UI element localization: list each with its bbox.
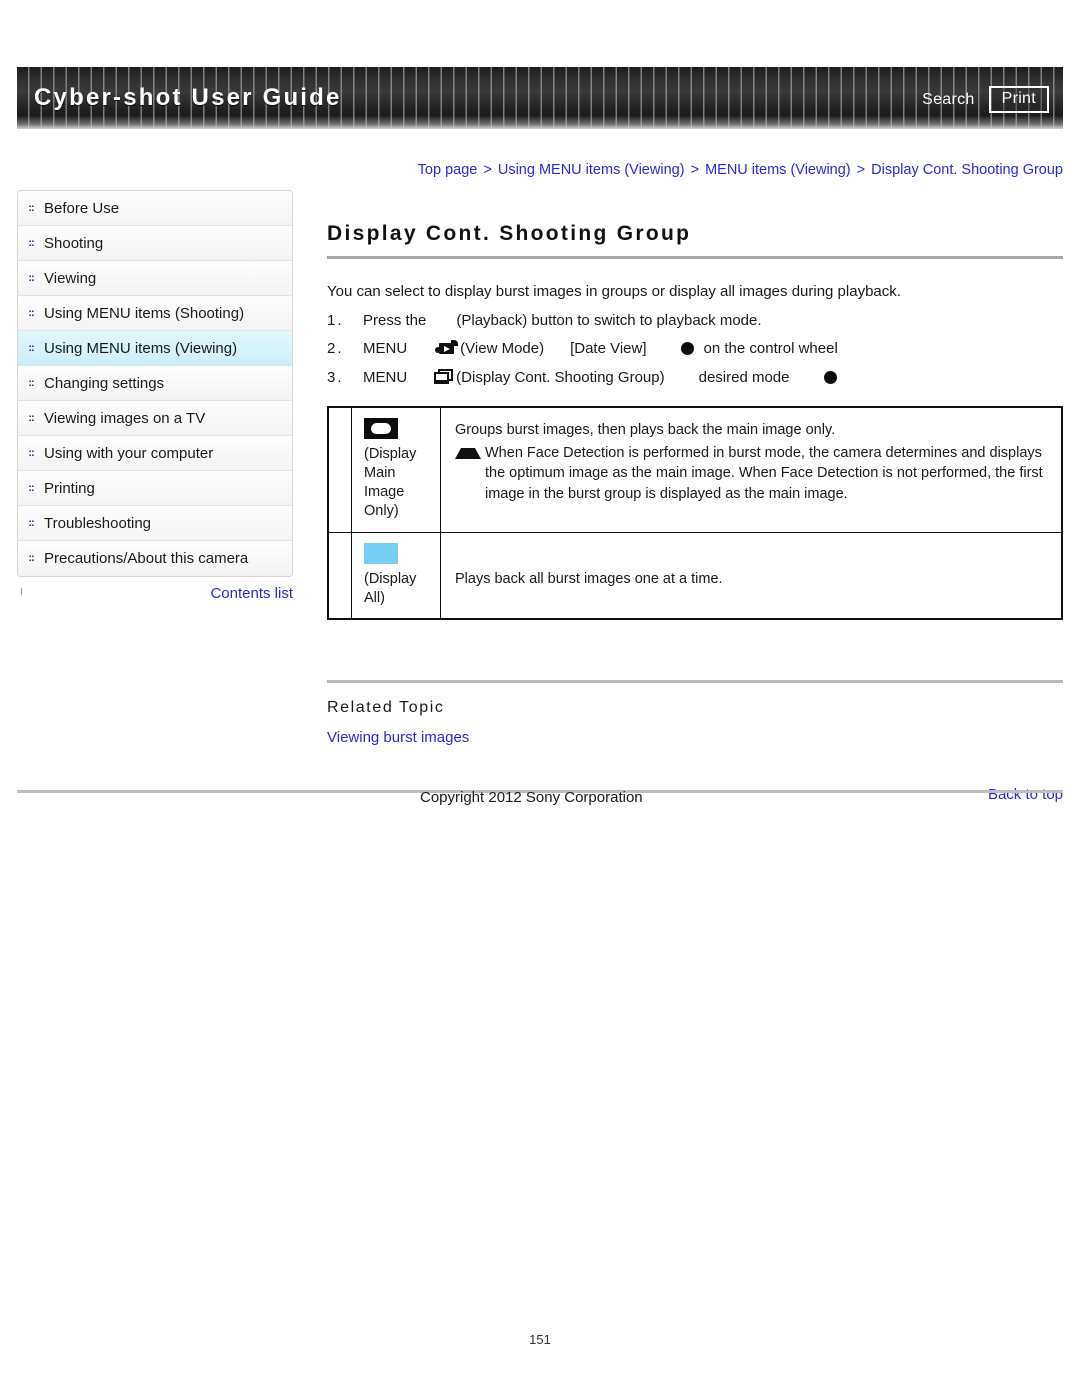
tick-mark-icon (21, 588, 22, 595)
mode-note-text: When Face Detection is performed in burs… (485, 444, 1043, 502)
sidebar-item-before-use[interactable]: :: Before Use (18, 191, 292, 226)
breadcrumb-separator: > (856, 162, 866, 178)
breadcrumb-separator: > (483, 162, 492, 178)
sidebar-item-label: Using MENU items (Shooting) (44, 304, 245, 322)
sidebar-item-printing[interactable]: :: Printing (18, 471, 292, 506)
sidebar-item-viewing[interactable]: :: Viewing (18, 261, 292, 296)
mode-options-table: (Display Main Image Only) Groups burst i… (327, 406, 1063, 620)
table-cell-description: Groups burst images, then plays back the… (440, 406, 1063, 533)
mode-label: (Display All) (364, 570, 417, 606)
related-topic-divider (327, 679, 1063, 683)
title-divider (327, 256, 1063, 259)
warning-triangle-icon (455, 447, 481, 459)
sidebar-nav: :: Before Use :: Shooting :: Viewing :: … (17, 190, 293, 577)
step-text-after: (Playback) button to switch to playback … (456, 312, 762, 329)
mode-note: When Face Detection is performed in burs… (455, 443, 1047, 505)
sidebar-item-label: Viewing (44, 269, 97, 287)
app-title: Cyber-shot User Guide (34, 84, 342, 111)
table-cell-blank (327, 531, 352, 620)
step-2: 2. MENU (View Mode) [Date View] on the c… (327, 340, 1063, 357)
search-button[interactable]: Search (922, 91, 975, 109)
intro-paragraph: You can select to display burst images i… (327, 283, 901, 300)
bullet-icon: :: (28, 411, 34, 424)
bullet-icon: :: (28, 236, 34, 249)
steps-list: 1. Press the (Playback) button to switch… (327, 312, 1063, 386)
step-3-part2: desired mode (698, 368, 790, 386)
sidebar-item-label: Changing settings (44, 374, 165, 392)
main-content: Display Cont. Shooting Group You can sel… (327, 222, 1063, 803)
display-cont-shooting-group-icon (433, 368, 455, 386)
display-main-image-only-icon (364, 418, 398, 439)
table-row: (Display Main Image Only) Groups burst i… (327, 406, 1063, 533)
page-number: 151 (529, 1332, 551, 1347)
step-text-before: Press the (363, 312, 427, 329)
sidebar-item-troubleshooting[interactable]: :: Troubleshooting (18, 506, 292, 541)
sidebar-item-label: Shooting (44, 234, 104, 252)
sidebar-item-label: Using with your computer (44, 444, 214, 462)
view-mode-icon (433, 340, 459, 357)
sidebar-item-label: Troubleshooting (44, 514, 152, 532)
display-all-icon (364, 542, 398, 564)
step-2-part2: [Date View] (570, 340, 647, 357)
bullet-icon: :: (28, 306, 34, 319)
sidebar-item-viewing-images-on-a-tv[interactable]: :: Viewing images on a TV (18, 401, 292, 436)
related-topic-heading: Related Topic (327, 698, 445, 716)
control-wheel-center-icon (680, 342, 694, 355)
bullet-icon: :: (28, 341, 34, 354)
menu-label: MENU (363, 340, 408, 357)
page-title: Display Cont. Shooting Group (327, 222, 692, 245)
copyright-text: Copyright 2012 Sony Corporation (420, 789, 643, 806)
contents-list-row: Contents list (17, 585, 293, 603)
table-cell-mode-icon: (Display Main Image Only) (351, 406, 441, 533)
breadcrumb-item-current[interactable]: Display Cont. Shooting Group (871, 162, 1063, 178)
sidebar-item-shooting[interactable]: :: Shooting (18, 226, 292, 261)
step-2-part1: (View Mode) (460, 340, 545, 357)
bullet-icon: :: (28, 376, 34, 389)
table-cell-mode-icon: (Display All) (351, 531, 441, 620)
table-cell-description: Plays back all burst images one at a tim… (440, 531, 1063, 620)
print-button[interactable]: Print (988, 86, 1049, 113)
step-3-part1: (Display Cont. Shooting Group) (456, 368, 665, 386)
menu-label: MENU (363, 368, 408, 386)
sidebar-item-precautions-about-this-camera[interactable]: :: Precautions/About this camera (18, 541, 292, 576)
sidebar-item-changing-settings[interactable]: :: Changing settings (18, 366, 292, 401)
header-actions: Search Print (922, 86, 1049, 113)
app-header: Cyber-shot User Guide Search Print (17, 67, 1063, 129)
sidebar-item-using-with-your-computer[interactable]: :: Using with your computer (18, 436, 292, 471)
bullet-icon: :: (28, 481, 34, 494)
breadcrumb-item-using-menu-items-viewing[interactable]: Using MENU items (Viewing) (498, 162, 685, 178)
table-row: (Display All) Plays back all burst image… (327, 531, 1063, 620)
mode-description: Plays back all burst images one at a tim… (455, 570, 723, 587)
control-wheel-center-icon (823, 370, 837, 384)
bullet-icon: :: (28, 201, 34, 214)
breadcrumb: Top page > Using MENU items (Viewing) > … (0, 162, 1063, 178)
step-1: 1. Press the (Playback) button to switch… (327, 312, 1063, 329)
sidebar-item-label: Printing (44, 479, 95, 497)
step-number: 3. (327, 368, 344, 386)
breadcrumb-item-top-page[interactable]: Top page (418, 162, 478, 178)
step-number: 1. (327, 312, 344, 329)
sidebar-item-label: Viewing images on a TV (44, 409, 206, 427)
mode-label: (Display Main Image Only) (364, 446, 417, 520)
related-topic-link-viewing-burst-images[interactable]: Viewing burst images (327, 729, 1063, 746)
sidebar-item-using-menu-items-viewing[interactable]: :: Using MENU items (Viewing) (18, 331, 292, 366)
bullet-icon: :: (28, 271, 34, 284)
breadcrumb-item-menu-items-viewing[interactable]: MENU items (Viewing) (705, 162, 851, 178)
contents-list-link[interactable]: Contents list (210, 585, 293, 602)
sidebar-item-label: Precautions/About this camera (44, 550, 249, 567)
step-3: 3. MENU (Display Cont. Shooting Group) d… (327, 368, 1063, 386)
sidebar-item-label: Before Use (44, 199, 120, 217)
bullet-icon: :: (28, 552, 34, 564)
table-cell-blank (327, 406, 352, 533)
mode-description: Groups burst images, then plays back the… (455, 422, 836, 438)
sidebar-item-label: Using MENU items (Viewing) (44, 339, 238, 357)
breadcrumb-separator: > (690, 162, 700, 178)
bullet-icon: :: (28, 516, 34, 529)
bullet-icon: :: (28, 446, 34, 459)
step-2-part3: on the control wheel (703, 340, 838, 357)
sidebar-item-using-menu-items-shooting[interactable]: :: Using MENU items (Shooting) (18, 296, 292, 331)
step-number: 2. (327, 340, 344, 357)
